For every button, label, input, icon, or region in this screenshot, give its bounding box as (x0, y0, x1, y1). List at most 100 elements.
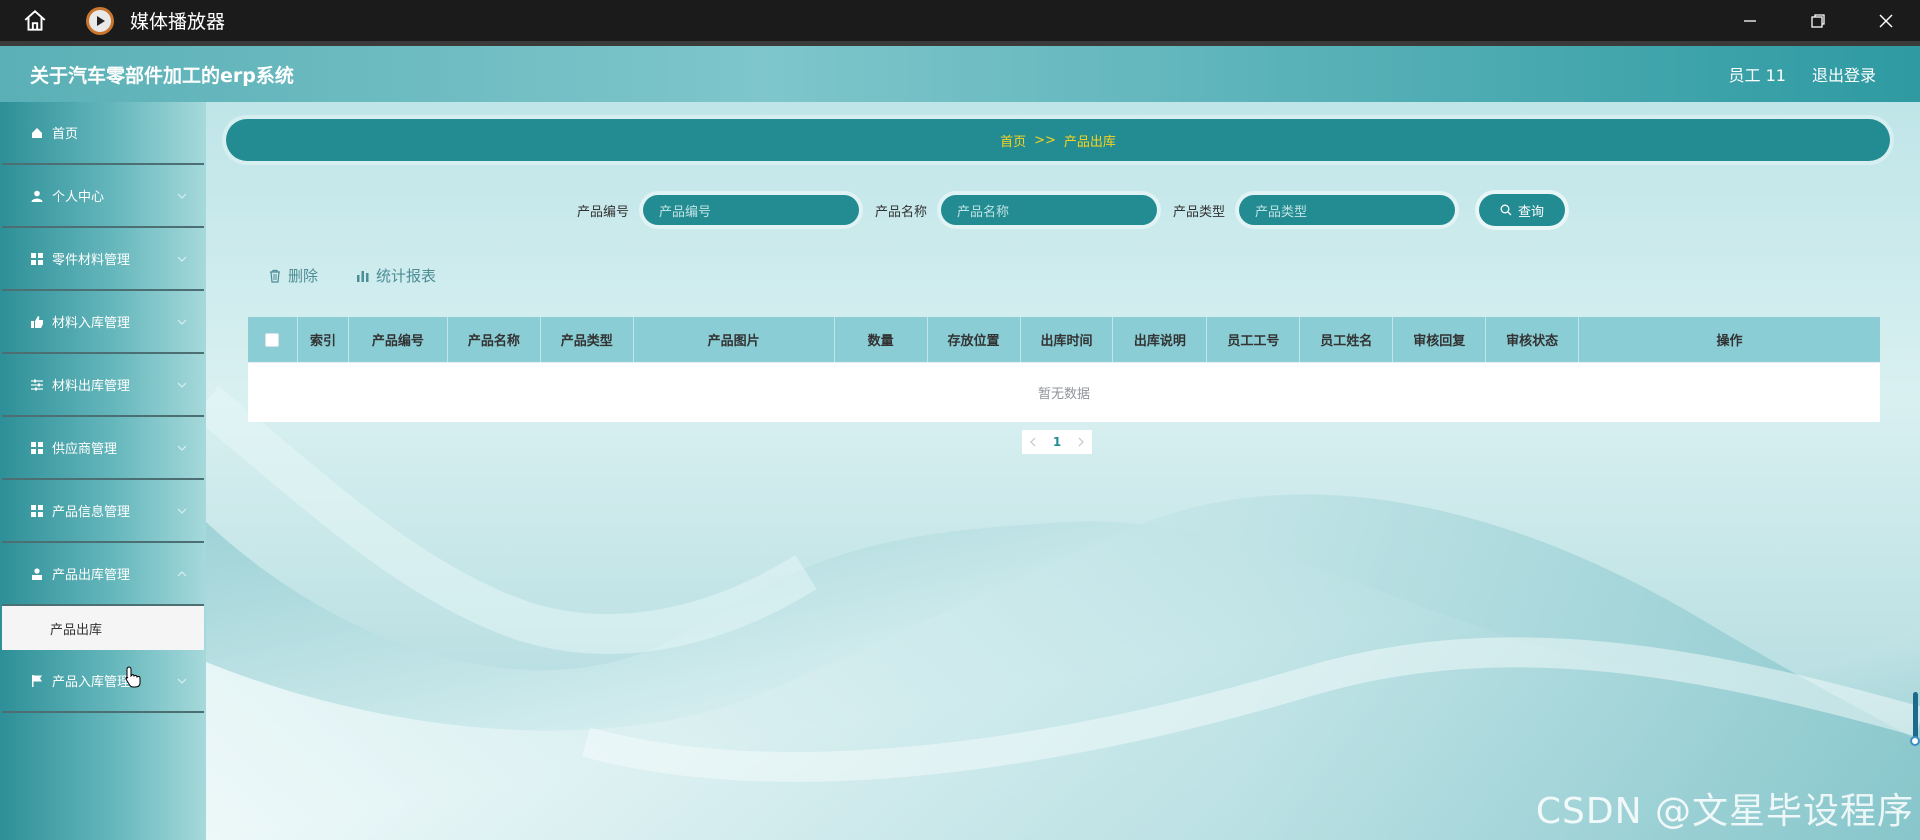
sidebar-item-label: 产品信息管理 (52, 505, 131, 520)
breadcrumb-current: 产品出库 (1063, 134, 1116, 150)
breadcrumb: 首页 >> 产品出库 (226, 119, 1890, 161)
report-button[interactable]: 统计报表 (356, 265, 436, 286)
sidebar-item-label: 供应商管理 (52, 442, 118, 457)
chevron-down-icon (177, 678, 187, 684)
sidebar-item-personal[interactable]: 个人中心 (2, 165, 204, 228)
product-type-input[interactable]: 产品类型 (1239, 195, 1456, 225)
sidebar-subitem-product-out[interactable]: 产品出库 (2, 606, 204, 650)
product-code-input[interactable]: 产品编号 (642, 195, 859, 225)
search-icon (1500, 204, 1512, 216)
sidebar-item-label: 零件材料管理 (52, 253, 131, 268)
chevron-down-icon (177, 445, 187, 451)
flag-icon (30, 674, 44, 688)
chevron-left-icon (1030, 437, 1036, 447)
column-header: 索引 (298, 317, 349, 362)
column-header: 审核状态 (1486, 317, 1580, 362)
watermark: CSDN @文星毕设程序 (1535, 791, 1914, 832)
user-icon (30, 189, 44, 203)
logout-link[interactable]: 退出登录 (1812, 62, 1876, 86)
query-button[interactable]: 查询 (1479, 194, 1566, 226)
media-player-icon (86, 6, 114, 35)
app-header: 关于汽车零部件加工的erp系统 员工 11 退出登录 (0, 46, 1920, 102)
column-header: 出库时间 (1021, 317, 1114, 362)
sidebar-item-parts[interactable]: 零件材料管理 (2, 228, 204, 291)
product-name-input[interactable]: 产品名称 (941, 195, 1157, 225)
trash-icon (270, 269, 280, 283)
window-title: 媒体播放器 (130, 11, 226, 33)
column-header: 审核回复 (1393, 317, 1487, 362)
table-header: 索引 产品编号 产品名称 产品类型 产品图片 数量 存放位置 出库时间 出库说明… (248, 317, 1880, 362)
sidebar-item-label: 材料出库管理 (52, 379, 131, 394)
restore-button[interactable] (1784, 0, 1852, 41)
column-header: 产品图片 (634, 317, 835, 362)
prev-page-button[interactable] (1022, 430, 1044, 454)
sidebar-item-supplier[interactable]: 供应商管理 (2, 417, 204, 480)
column-header: 存放位置 (928, 317, 1021, 362)
main-content: 首页 >> 产品出库 产品编号 产品编号 产品名称 产品名称 产品类型 产品类型… (206, 102, 1920, 840)
sidebar-item-label: 首页 (52, 127, 79, 142)
data-table: 索引 产品编号 产品名称 产品类型 产品图片 数量 存放位置 出库时间 出库说明… (248, 317, 1880, 422)
pagination: 1 (1022, 430, 1092, 454)
report-button-label: 统计报表 (376, 267, 437, 285)
chevron-up-icon (177, 571, 187, 577)
select-all-cell (248, 317, 298, 362)
window-titlebar: 媒体播放器 (0, 0, 1920, 46)
search-form: 产品编号 产品编号 产品名称 产品名称 产品类型 产品类型 查询 (206, 194, 1920, 226)
chevron-right-icon (1078, 437, 1084, 447)
chevron-down-icon (177, 508, 187, 514)
home-button[interactable] (0, 0, 70, 41)
chevron-down-icon (177, 193, 187, 199)
sidebar-item-label: 产品出库管理 (52, 568, 131, 583)
app-title: 关于汽车零部件加工的erp系统 (30, 64, 294, 87)
chevron-down-icon (177, 382, 187, 388)
grid-icon (30, 441, 44, 455)
person-icon (30, 567, 44, 581)
chevron-down-icon (177, 319, 187, 325)
column-header: 员工姓名 (1300, 317, 1394, 362)
column-header: 产品编号 (349, 317, 448, 362)
sidebar-item-material-out[interactable]: 材料出库管理 (2, 354, 204, 417)
minimize-button[interactable] (1716, 0, 1784, 41)
restore-icon (1811, 13, 1825, 28)
sidebar-item-label: 个人中心 (52, 190, 105, 205)
bar-chart-icon (357, 270, 369, 282)
sidebar-item-home[interactable]: 首页 (2, 102, 204, 165)
column-header: 数量 (835, 317, 928, 362)
column-header: 产品名称 (448, 317, 541, 362)
breadcrumb-separator: >> (1034, 132, 1056, 148)
sidebar-item-product-in[interactable]: 产品入库管理 (2, 650, 204, 713)
minimize-icon (1744, 19, 1756, 22)
column-header: 出库说明 (1113, 317, 1208, 362)
sidebar-item-product-info[interactable]: 产品信息管理 (2, 480, 204, 543)
sidebar-item-product-out[interactable]: 产品出库管理 (2, 543, 204, 606)
chevron-down-icon (177, 256, 187, 262)
column-header: 操作 (1716, 334, 1743, 349)
sidebar-subitem-label: 产品出库 (50, 622, 103, 638)
product-type-label: 产品类型 (1173, 204, 1226, 220)
sidebar: 首页 个人中心 零件材料管理 材料入库管理 材料出库管理 供应商管理 产品信息管… (0, 102, 206, 840)
sidebar-item-label: 产品入库管理 (52, 675, 131, 690)
home-icon (24, 9, 46, 31)
mouse-pointer-icon (125, 666, 141, 688)
close-button[interactable] (1852, 0, 1920, 41)
action-bar: 删除 统计报表 (268, 265, 436, 286)
delete-button[interactable]: 删除 (268, 265, 318, 286)
delete-button-label: 删除 (288, 267, 319, 285)
column-header: 员工工号 (1207, 317, 1301, 362)
thumb-icon (30, 315, 44, 329)
scroll-handle[interactable] (1910, 736, 1920, 746)
sliders-icon (30, 378, 44, 392)
close-icon (1879, 14, 1893, 27)
current-user: 员工 11 (1728, 66, 1786, 85)
home-icon (30, 126, 44, 140)
breadcrumb-home[interactable]: 首页 (1000, 131, 1026, 150)
page-number[interactable]: 1 (1044, 430, 1070, 454)
product-name-label: 产品名称 (874, 204, 927, 220)
select-all-checkbox[interactable] (265, 332, 280, 347)
sidebar-item-material-in[interactable]: 材料入库管理 (2, 291, 204, 354)
next-page-button[interactable] (1070, 430, 1092, 454)
sidebar-item-label: 材料入库管理 (52, 316, 131, 331)
query-button-label: 查询 (1518, 204, 1545, 220)
grid-icon (30, 252, 44, 266)
grid-icon (30, 504, 44, 518)
